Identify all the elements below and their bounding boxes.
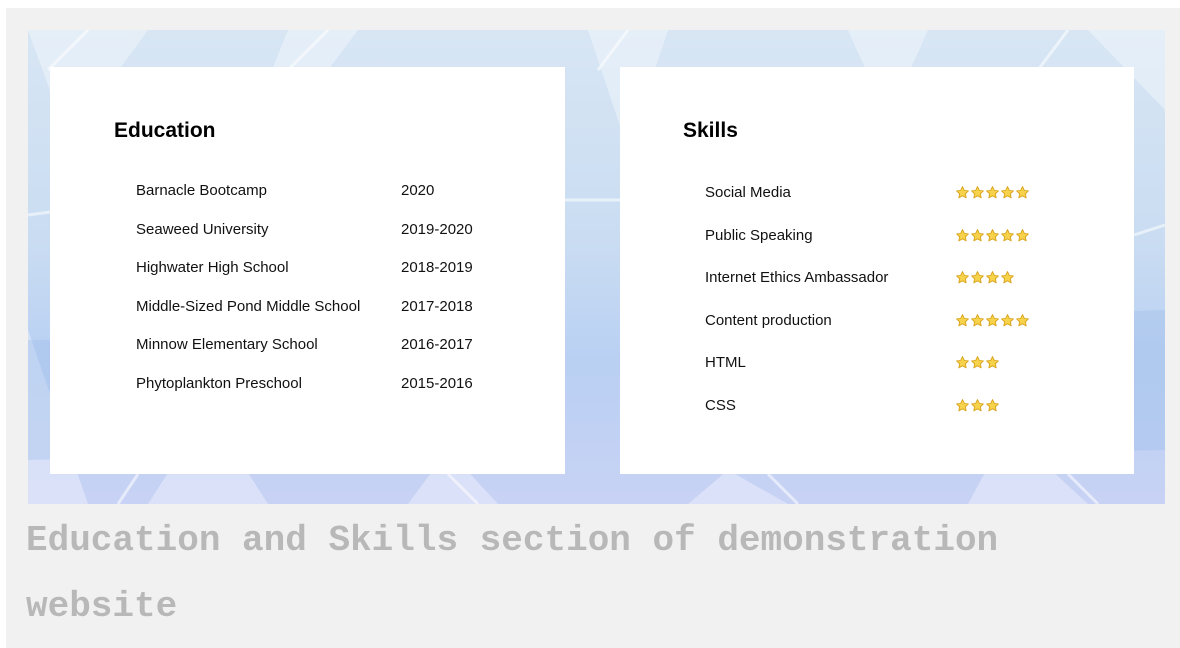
education-years: 2020 — [401, 182, 435, 199]
education-row: Highwater High School 2018-2019 — [50, 259, 565, 281]
star-icon — [985, 355, 1000, 374]
education-row: Seaweed University 2019-2020 — [50, 221, 565, 243]
star-icon — [1015, 313, 1030, 332]
skill-row: HTML — [620, 354, 1134, 376]
education-row: Barnacle Bootcamp 2020 — [50, 182, 565, 204]
education-school: Barnacle Bootcamp — [136, 182, 267, 199]
education-school: Phytoplankton Preschool — [136, 375, 302, 392]
skill-name: HTML — [705, 354, 746, 371]
skill-rating — [955, 398, 1000, 417]
education-years: 2016-2017 — [401, 336, 473, 353]
star-icon — [985, 270, 1000, 289]
skill-row: Social Media — [620, 184, 1134, 206]
skill-name: Content production — [705, 312, 832, 329]
education-row: Phytoplankton Preschool 2015-2016 — [50, 375, 565, 397]
star-icon — [970, 228, 985, 247]
star-icon — [985, 313, 1000, 332]
skill-rating — [955, 185, 1030, 204]
education-years: 2015-2016 — [401, 375, 473, 392]
star-icon — [1000, 185, 1015, 204]
image-caption: Education and Skills section of demonstr… — [26, 520, 999, 627]
star-icon — [955, 185, 970, 204]
education-years: 2019-2020 — [401, 221, 473, 238]
skill-name: Internet Ethics Ambassador — [705, 269, 889, 286]
hero-background: Education Barnacle Bootcamp 2020 Seaweed U… — [28, 30, 1165, 504]
star-icon — [970, 185, 985, 204]
skill-name: Public Speaking — [705, 227, 813, 244]
skill-row: Public Speaking — [620, 227, 1134, 249]
skill-rating — [955, 270, 1015, 289]
star-icon — [985, 185, 1000, 204]
star-icon — [955, 398, 970, 417]
skill-name: Social Media — [705, 184, 791, 201]
education-years: 2017-2018 — [401, 298, 473, 315]
education-years: 2018-2019 — [401, 259, 473, 276]
star-icon — [970, 313, 985, 332]
skill-row: CSS — [620, 397, 1134, 419]
skill-rating — [955, 313, 1030, 332]
education-school: Minnow Elementary School — [136, 336, 318, 353]
star-icon — [970, 270, 985, 289]
education-school: Highwater High School — [136, 259, 289, 276]
skill-name: CSS — [705, 397, 736, 414]
star-icon — [955, 313, 970, 332]
star-icon — [1000, 313, 1015, 332]
star-icon — [985, 228, 1000, 247]
education-row: Middle-Sized Pond Middle School 2017-2018 — [50, 298, 565, 320]
star-icon — [985, 398, 1000, 417]
skills-card: Skills Social Media Public Speaking Intern… — [620, 67, 1134, 474]
education-school: Middle-Sized Pond Middle School — [136, 298, 361, 315]
star-icon — [1015, 228, 1030, 247]
education-title: Education — [114, 119, 216, 142]
education-card: Education Barnacle Bootcamp 2020 Seaweed U… — [50, 67, 565, 474]
star-icon — [955, 228, 970, 247]
education-school: Seaweed University — [136, 221, 269, 238]
star-icon — [1000, 228, 1015, 247]
star-icon — [1000, 270, 1015, 289]
skill-rating — [955, 355, 1000, 374]
skills-title: Skills — [683, 119, 738, 142]
star-icon — [970, 355, 985, 374]
skill-rating — [955, 228, 1030, 247]
star-icon — [955, 270, 970, 289]
star-icon — [970, 398, 985, 417]
skill-row: Internet Ethics Ambassador — [620, 269, 1134, 291]
education-row: Minnow Elementary School 2016-2017 — [50, 336, 565, 358]
star-icon — [1015, 185, 1030, 204]
star-icon — [955, 355, 970, 374]
skill-row: Content production — [620, 312, 1134, 334]
